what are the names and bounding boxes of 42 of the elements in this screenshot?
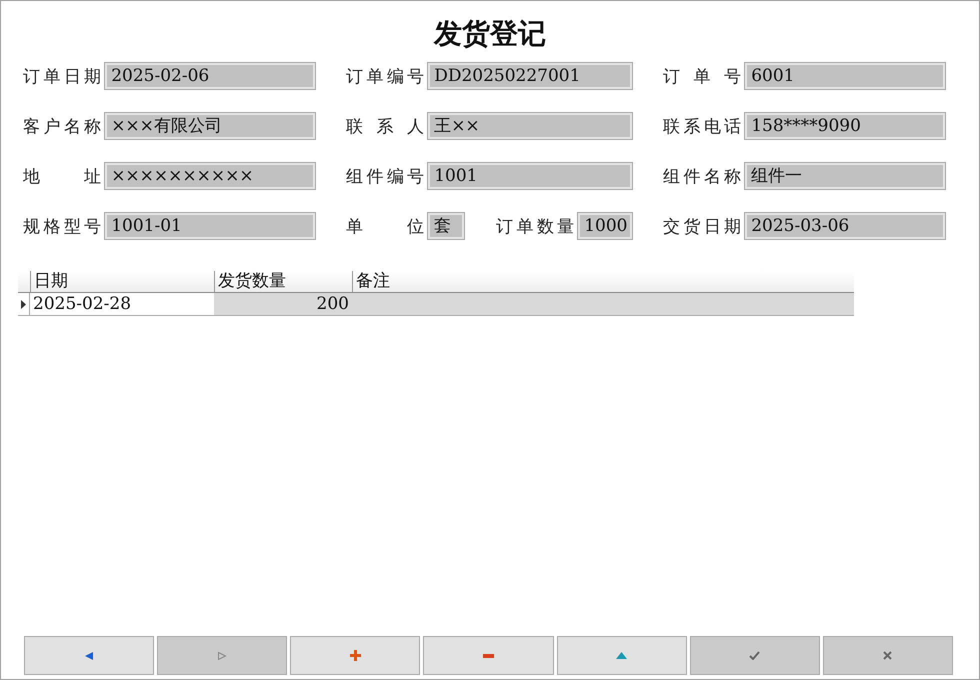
column-header[interactable]: 发货数量 — [214, 271, 352, 292]
input-field[interactable]: ×××××××××× — [105, 163, 315, 189]
field-label: 组件名称 — [663, 166, 742, 188]
field-label: 订单编号 — [346, 66, 424, 88]
input-field[interactable]: DD20250227001 — [428, 63, 632, 89]
field-label: 组件编号 — [346, 166, 424, 188]
check-icon — [749, 651, 760, 660]
input-field[interactable]: 套 — [428, 213, 464, 239]
field-label: 订单日期 — [23, 66, 102, 88]
prev-button[interactable] — [24, 636, 154, 675]
field-label: 订单数量 — [496, 216, 574, 238]
field-label: 联系电话 — [663, 116, 742, 138]
form-title: 发货登记 — [434, 16, 546, 52]
field-label: 客户名称 — [23, 116, 102, 138]
input-field[interactable]: 1001-01 — [105, 213, 315, 239]
minus-icon — [482, 654, 494, 658]
input-field[interactable]: 158****9090 — [745, 113, 945, 139]
input-field[interactable]: 组件一 — [745, 163, 945, 189]
input-field[interactable]: 1000 — [578, 213, 632, 239]
input-field[interactable]: 2025-02-06 — [105, 63, 315, 89]
table-cell: 200 — [214, 293, 352, 315]
right-triangle-icon — [217, 650, 228, 660]
field-label: 规格型号 — [23, 216, 102, 238]
plus-icon — [350, 650, 361, 661]
input-field[interactable]: 王×× — [428, 113, 632, 139]
left-triangle-icon — [84, 650, 94, 660]
field-label: 交货日期 — [663, 216, 742, 238]
field-label: 地 址 — [23, 166, 102, 188]
up-triangle-icon — [616, 652, 628, 659]
up-button[interactable] — [556, 636, 687, 675]
input-field[interactable]: 1001 — [428, 163, 632, 189]
field-label: 订 单 号 — [663, 66, 742, 88]
column-header[interactable]: 日期 — [30, 271, 214, 292]
input-field[interactable]: 2025-03-06 — [745, 213, 945, 239]
field-label: 联 系 人 — [346, 116, 424, 138]
close-icon — [883, 651, 892, 660]
field-label: 单 位 — [346, 216, 424, 238]
input-field[interactable]: ×××有限公司 — [105, 113, 315, 139]
input-field[interactable]: 6001 — [745, 63, 945, 89]
column-header[interactable]: 备注 — [352, 271, 854, 292]
remove-button[interactable] — [423, 636, 554, 675]
add-button[interactable] — [290, 636, 420, 675]
